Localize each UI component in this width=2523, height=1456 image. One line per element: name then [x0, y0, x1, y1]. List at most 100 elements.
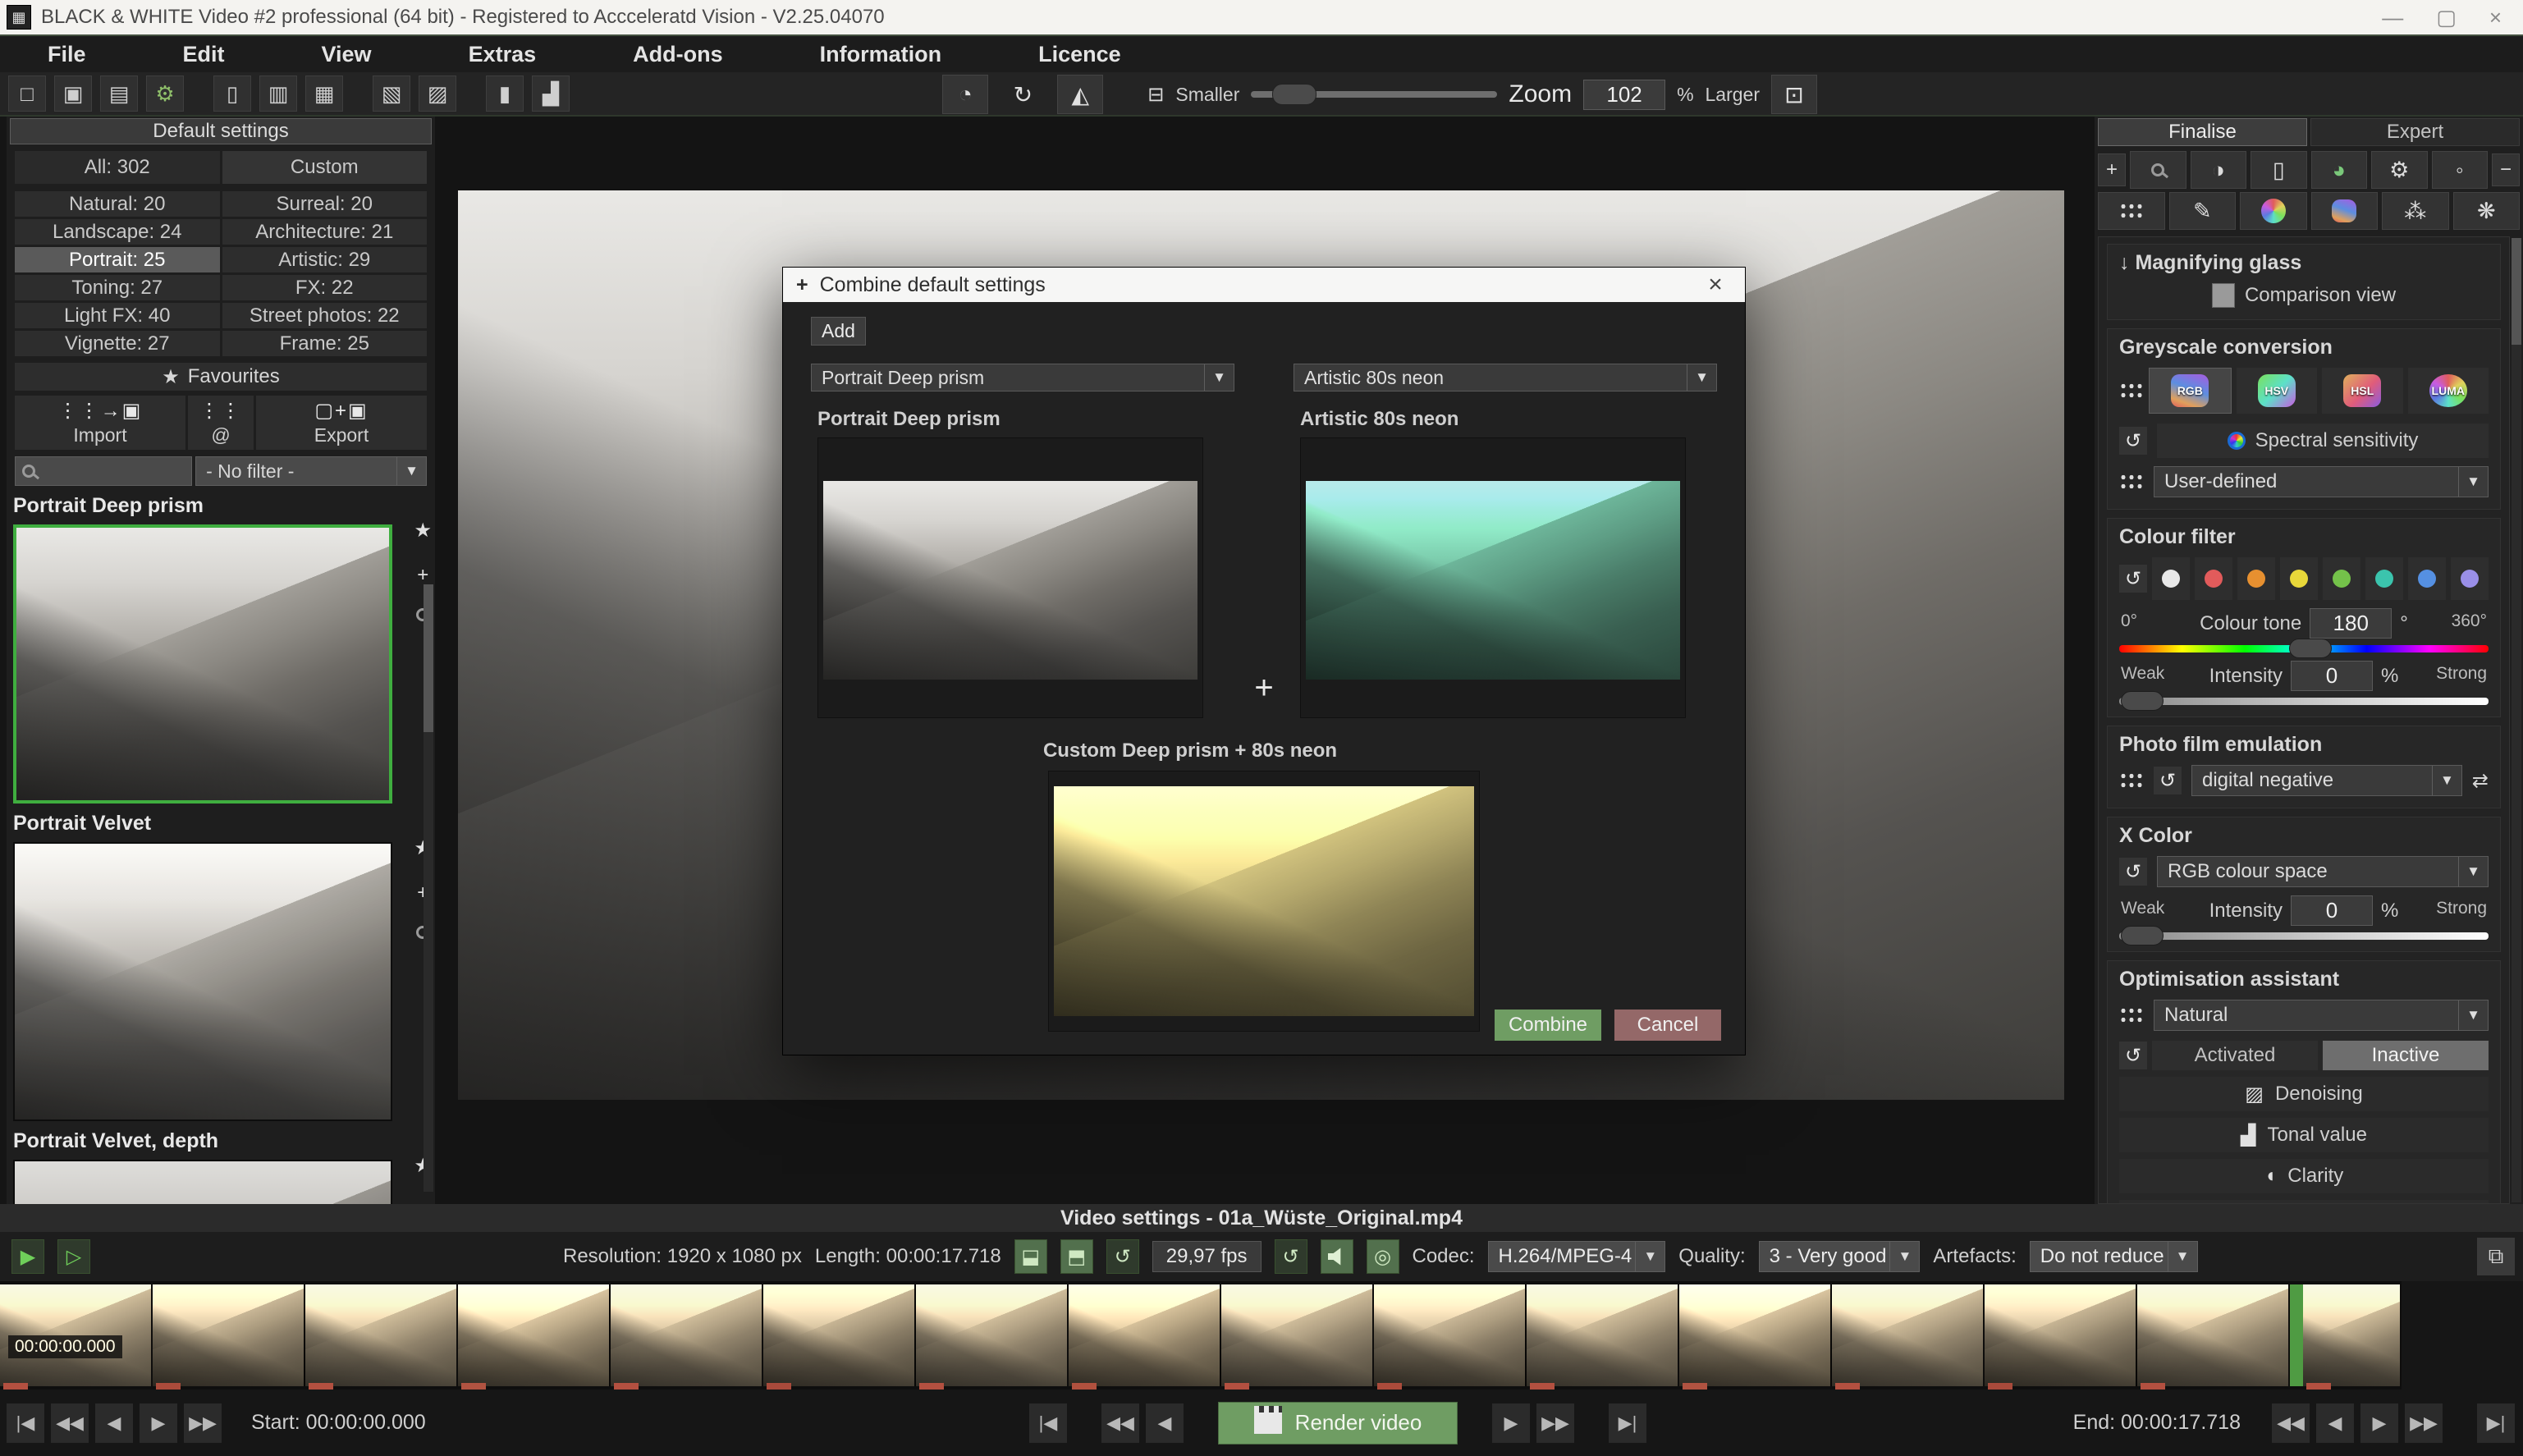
menu-information[interactable]: Information	[820, 42, 942, 67]
jump-start-button[interactable]: |◀	[7, 1403, 44, 1443]
transfer-icon[interactable]: ⇄	[2472, 769, 2489, 793]
maximize-icon[interactable]: ▢	[2436, 5, 2457, 30]
category-all[interactable]: All: 302	[15, 151, 220, 184]
compare-view-icon[interactable]: ◔	[942, 75, 988, 114]
colour-cube-icon[interactable]	[2311, 192, 2379, 230]
denoising-row[interactable]: ▨ Denoising	[2119, 1077, 2489, 1111]
print-batch-icon[interactable]: ▦	[305, 76, 343, 112]
category-portrait[interactable]: Portrait: 25	[15, 247, 220, 272]
menu-licence[interactable]: Licence	[1038, 42, 1121, 67]
column-icon[interactable]: ▮	[486, 76, 524, 112]
preset-grid-icon[interactable]	[2119, 473, 2144, 491]
category-frame[interactable]: Frame: 25	[222, 331, 428, 356]
clarity-row[interactable]: ◖ Clarity	[2119, 1159, 2489, 1193]
artefacts-dropdown[interactable]: Do not reduce▼	[2030, 1241, 2198, 1272]
colour-ball-icon[interactable]: ◕	[2311, 151, 2368, 189]
right-preset-dropdown[interactable]: Artistic 80s neon ▼	[1294, 364, 1717, 391]
contrast-tool-icon[interactable]: ◑	[2191, 151, 2247, 189]
timeline-frame[interactable]	[1527, 1284, 1679, 1386]
category-lightfx[interactable]: Light FX: 40	[15, 303, 220, 328]
timeline-frame[interactable]	[1221, 1284, 1374, 1386]
minimize-icon[interactable]: —	[2382, 5, 2403, 30]
reset-icon[interactable]: ↺	[2119, 565, 2147, 593]
tab-expert[interactable]: Expert	[2310, 118, 2520, 146]
filter-dot-red[interactable]	[2195, 557, 2232, 600]
timeline-frame[interactable]	[1374, 1284, 1527, 1386]
preset-item[interactable]: Portrait Velvet, depth ★ +	[7, 1121, 435, 1204]
timeline-frame[interactable]	[1069, 1284, 1221, 1386]
image-export-icon[interactable]: ▤	[100, 76, 138, 112]
histogram-icon[interactable]: ▟	[532, 76, 570, 112]
magnifier-tool-icon[interactable]	[2130, 151, 2186, 189]
dialog-close-icon[interactable]: ×	[1699, 271, 1732, 299]
jump-end-button[interactable]: ▶|	[1609, 1403, 1646, 1443]
category-natural[interactable]: Natural: 20	[15, 191, 220, 217]
redo-icon[interactable]: ↻	[1000, 75, 1046, 114]
close-icon[interactable]: ×	[2489, 5, 2502, 30]
grain-tool-icon[interactable]	[2098, 192, 2165, 230]
render-video-button[interactable]: Render video	[1218, 1402, 1458, 1445]
filter-dot-orange[interactable]	[2237, 557, 2275, 600]
timeline-frame[interactable]	[1679, 1284, 1832, 1386]
greyscale-mode-hsv[interactable]: HSV	[2237, 368, 2318, 414]
x-intensity-value[interactable]: 0	[2291, 895, 2373, 926]
step-back-button[interactable]: ◀	[1146, 1403, 1184, 1443]
greyscale-mode-luma[interactable]: LUMA	[2408, 368, 2489, 414]
comparison-view-checkbox[interactable]	[2212, 283, 2235, 308]
category-surreal[interactable]: Surreal: 20	[222, 191, 428, 217]
inactive-toggle[interactable]: Inactive	[2323, 1041, 2489, 1070]
filter-dropdown[interactable]: - No filter - ▼	[195, 456, 427, 486]
category-vignette[interactable]: Vignette: 27	[15, 331, 220, 356]
menu-addons[interactable]: Add-ons	[633, 42, 722, 67]
intensity-knob[interactable]	[2121, 691, 2164, 711]
greyscale-mode-hsl[interactable]: HSL	[2322, 368, 2403, 414]
save-icon[interactable]: ▣	[54, 76, 92, 112]
export-button[interactable]: ▢+▣ Export	[256, 396, 427, 450]
timeline-frame[interactable]	[153, 1284, 305, 1386]
timeline-frame[interactable]	[2137, 1284, 2290, 1386]
timeline-frame[interactable]	[916, 1284, 1069, 1386]
film-canister-icon[interactable]: ▯	[2251, 151, 2307, 189]
metronome-icon[interactable]: ◎	[1367, 1239, 1399, 1274]
intensity-value[interactable]: 0	[2291, 661, 2373, 691]
timeline-frame[interactable]: 00:00:00.000	[0, 1284, 153, 1386]
colour-tone-knob[interactable]	[2289, 639, 2332, 658]
filter-dot-blue[interactable]	[2408, 557, 2446, 600]
export-file-icon[interactable]: ▧	[373, 76, 410, 112]
favourites-button[interactable]: ★ Favourites	[15, 363, 427, 391]
user-defined-dropdown[interactable]: User-defined ▼	[2154, 466, 2489, 497]
reset-icon[interactable]: ↺	[2154, 767, 2182, 794]
import-button[interactable]: ⋮⋮→▣ Import	[15, 396, 185, 450]
activated-toggle[interactable]: Activated	[2152, 1041, 2318, 1070]
snapshot-icon[interactable]: ⧉	[2477, 1238, 2515, 1275]
fast-forward-button[interactable]: ▶▶	[1536, 1403, 1574, 1443]
new-project-icon[interactable]: □	[8, 76, 46, 112]
preset-grid-icon[interactable]	[2119, 771, 2144, 790]
star-icon[interactable]: ★	[414, 519, 432, 543]
collapse-arrow-icon[interactable]: ↓	[2119, 251, 2130, 274]
reset-audio-icon[interactable]: ↺	[1275, 1239, 1307, 1274]
film-dropdown[interactable]: digital negative ▼	[2191, 765, 2462, 796]
preset-grid-icon[interactable]	[2119, 1006, 2144, 1024]
presets-scrollbar[interactable]	[424, 584, 433, 1192]
fast-rewind-button[interactable]: ◀◀	[1101, 1403, 1139, 1443]
menu-file[interactable]: File	[48, 42, 86, 67]
category-fx[interactable]: FX: 22	[222, 275, 428, 300]
intensity-slider[interactable]	[2119, 698, 2489, 705]
node-graph-icon[interactable]: ⁂	[2382, 192, 2449, 230]
preset-thumbnail[interactable]	[13, 1160, 392, 1204]
timeline-frame[interactable]	[458, 1284, 611, 1386]
preset-thumbnail-selected[interactable]	[13, 524, 392, 804]
category-streetphotos[interactable]: Street photos: 22	[222, 303, 428, 328]
add-tool-icon[interactable]: +	[2098, 153, 2126, 186]
colour-space-dropdown[interactable]: RGB colour space ▼	[2157, 856, 2489, 887]
colour-tone-slider[interactable]	[2119, 645, 2489, 652]
codec-dropdown[interactable]: H.264/MPEG-4▼	[1488, 1241, 1666, 1272]
gear-tool-icon[interactable]: ⚙	[2371, 151, 2428, 189]
share-button[interactable]: ⋮⋮ @	[188, 396, 254, 450]
menu-view[interactable]: View	[322, 42, 372, 67]
optimisation-dropdown[interactable]: Natural ▼	[2154, 1000, 2489, 1031]
fullscreen-icon[interactable]: ⊡	[1771, 75, 1817, 114]
zoom-slider[interactable]	[1251, 91, 1497, 98]
timeline-frame[interactable]	[1832, 1284, 1985, 1386]
